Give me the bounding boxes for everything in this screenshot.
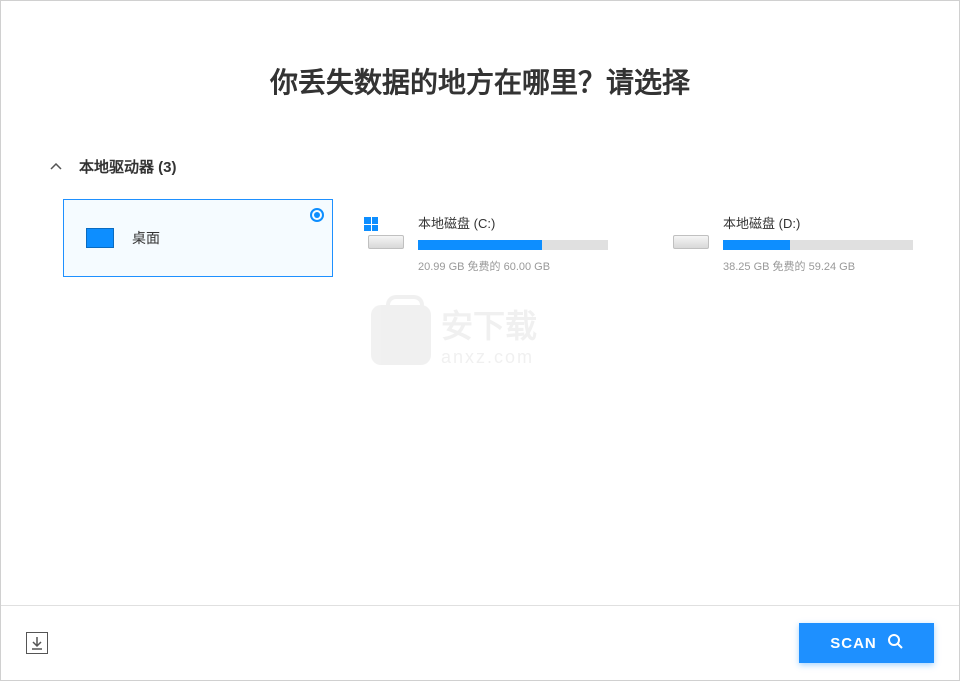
drive-desktop[interactable]: 桌面 xyxy=(63,199,333,277)
chevron-up-icon xyxy=(49,160,63,174)
disk-icon xyxy=(368,221,404,249)
section-header-local-drives[interactable]: 本地驱动器 (3) xyxy=(49,156,959,177)
search-icon xyxy=(887,633,903,653)
disk-d-name: 本地磁盘 (D:) xyxy=(723,213,943,232)
disk-c-name: 本地磁盘 (C:) xyxy=(418,213,638,232)
disk-d-stats: 38.25 GB 免费的 59.24 GB xyxy=(723,258,943,274)
watermark: 安下载 anxz.com xyxy=(371,301,537,368)
drive-desktop-label: 桌面 xyxy=(132,228,160,248)
windows-icon xyxy=(364,217,378,231)
section-label: 本地驱动器 (3) xyxy=(79,156,177,177)
footer: SCAN xyxy=(1,605,959,680)
disk-d-info: 本地磁盘 (D:) 38.25 GB 免费的 59.24 GB xyxy=(723,213,943,274)
disk-c-usage-bar xyxy=(418,240,608,250)
disk-d-usage-fill xyxy=(723,240,790,250)
drive-disk-d[interactable]: 本地磁盘 (D:) 38.25 GB 免费的 59.24 GB xyxy=(673,199,943,277)
drives-row: 桌面 本地磁盘 (C:) 20.99 GB 免费的 60.00 GB 本地磁盘 … xyxy=(63,199,959,277)
drive-disk-c[interactable]: 本地磁盘 (C:) 20.99 GB 免费的 60.00 GB xyxy=(368,199,638,277)
disk-d-usage-bar xyxy=(723,240,913,250)
disk-c-usage-fill xyxy=(418,240,542,250)
monitor-icon xyxy=(86,228,114,248)
radio-selected-icon xyxy=(310,208,324,222)
disk-c-stats: 20.99 GB 免费的 60.00 GB xyxy=(418,258,638,274)
page-title: 你丢失数据的地方在哪里？请选择 xyxy=(1,61,959,101)
disk-icon xyxy=(673,221,709,249)
watermark-en: anxz.com xyxy=(441,347,537,368)
disk-c-info: 本地磁盘 (C:) 20.99 GB 免费的 60.00 GB xyxy=(418,213,638,274)
scan-button-label: SCAN xyxy=(830,635,877,652)
bag-icon xyxy=(371,305,431,365)
scan-button[interactable]: SCAN xyxy=(799,623,934,663)
watermark-cn: 安下载 xyxy=(441,301,537,347)
download-icon[interactable] xyxy=(26,632,48,654)
